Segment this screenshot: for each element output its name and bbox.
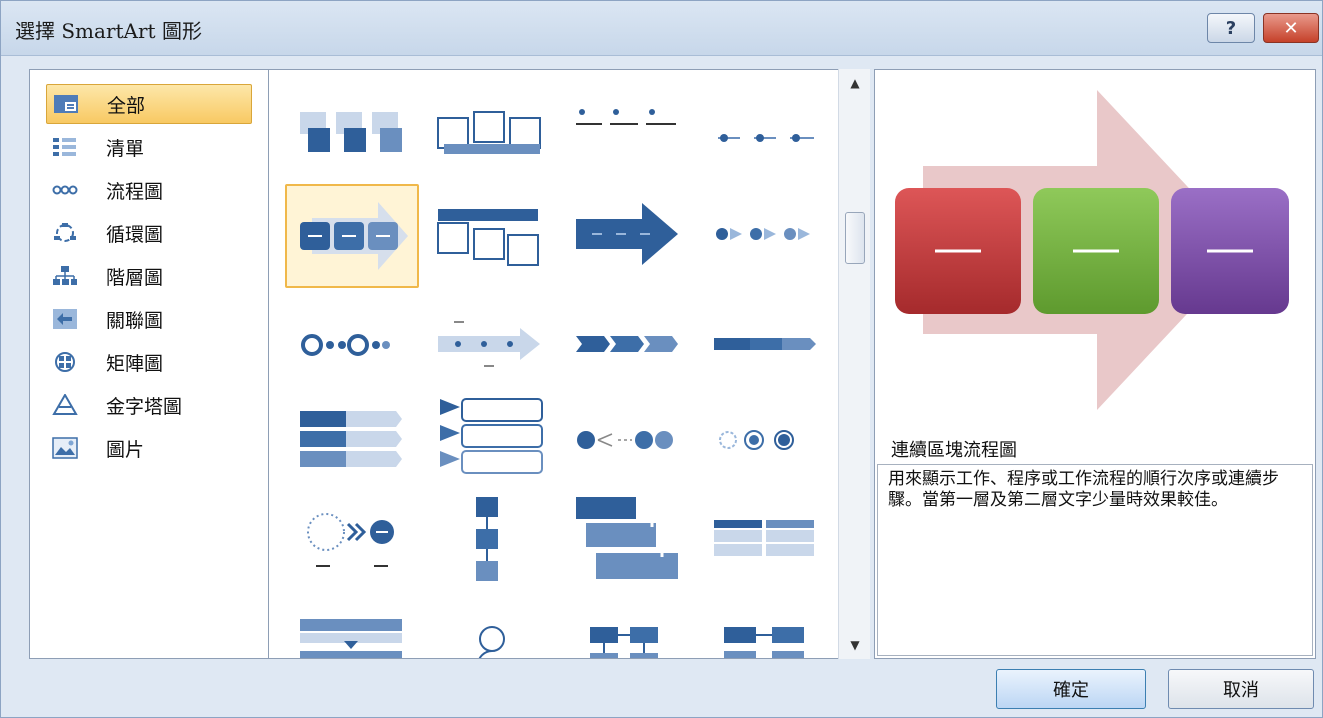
category-item-cycle[interactable]: 循環圖 bbox=[46, 213, 252, 253]
gallery-item-layout[interactable] bbox=[701, 590, 829, 658]
gallery-item-layout[interactable] bbox=[425, 490, 553, 590]
gallery-item-layout[interactable] bbox=[425, 184, 553, 284]
gallery-item-layout[interactable] bbox=[701, 84, 829, 184]
category-item-list[interactable]: 清單 bbox=[46, 127, 252, 167]
gallery-item-layout[interactable] bbox=[287, 490, 415, 590]
gallery-item-layout[interactable] bbox=[701, 184, 829, 284]
category-label: 流程圖 bbox=[106, 180, 164, 203]
gallery-item-layout[interactable] bbox=[425, 590, 553, 658]
title-bar: 選擇 SmartArt 圖形 ? ✕ bbox=[1, 1, 1322, 56]
smartart-dialog: 選擇 SmartArt 圖形 ? ✕ 全部 清單 流程圖 循環圖 階層圖 關聯圖… bbox=[0, 0, 1323, 718]
ok-button[interactable]: 確定 bbox=[996, 669, 1146, 709]
category-list: 全部 清單 流程圖 循環圖 階層圖 關聯圖 矩陣圖 金字塔圖 圖片 bbox=[29, 69, 269, 659]
picture-icon bbox=[52, 436, 78, 460]
gallery-item-layout[interactable] bbox=[563, 390, 691, 490]
all-icon bbox=[53, 92, 79, 116]
gallery-item-layout[interactable] bbox=[563, 590, 691, 658]
gallery-item-layout[interactable] bbox=[563, 184, 691, 284]
category-label: 金字塔圖 bbox=[106, 395, 183, 418]
preview-description: 用來顯示工作、程序或工作流程的順行次序或連續步驟。當第一層及第二層文字少量時效果… bbox=[877, 464, 1313, 656]
category-label: 全部 bbox=[107, 94, 146, 117]
cycle-icon bbox=[52, 221, 78, 245]
gallery-item-layout[interactable] bbox=[287, 84, 415, 184]
category-item-all[interactable]: 全部 bbox=[46, 84, 252, 124]
cancel-button[interactable]: 取消 bbox=[1168, 669, 1314, 709]
gallery-item-layout[interactable] bbox=[563, 490, 691, 590]
gallery-scrollbar[interactable]: ▲ ▼ bbox=[838, 69, 870, 659]
help-button[interactable]: ? bbox=[1207, 13, 1255, 43]
gallery-item-layout[interactable] bbox=[425, 84, 553, 184]
category-label: 圖片 bbox=[106, 438, 145, 461]
category-item-pyramid[interactable]: 金字塔圖 bbox=[46, 385, 252, 425]
gallery-item-layout[interactable] bbox=[287, 294, 415, 394]
gallery-item-layout[interactable] bbox=[701, 390, 829, 490]
close-button[interactable]: ✕ bbox=[1263, 13, 1319, 43]
gallery-item-layout[interactable] bbox=[287, 590, 415, 658]
gallery-item-layout[interactable] bbox=[701, 490, 829, 590]
list-icon bbox=[52, 135, 78, 159]
hierarchy-icon bbox=[52, 264, 78, 288]
gallery-item-layout[interactable] bbox=[287, 390, 415, 490]
category-item-process[interactable]: 流程圖 bbox=[46, 170, 252, 210]
gallery-item-layout[interactable] bbox=[425, 390, 553, 490]
gallery-item-selected-continuous-block-process[interactable] bbox=[285, 184, 419, 288]
gallery-item-layout[interactable] bbox=[425, 294, 553, 394]
category-label: 清單 bbox=[106, 137, 145, 160]
layout-gallery bbox=[269, 69, 870, 659]
category-item-relationship[interactable]: 關聯圖 bbox=[46, 299, 252, 339]
scroll-down-icon[interactable]: ▼ bbox=[839, 631, 871, 659]
category-label: 關聯圖 bbox=[106, 309, 164, 332]
scroll-up-icon[interactable]: ▲ bbox=[839, 69, 871, 97]
scroll-thumb[interactable] bbox=[845, 212, 865, 264]
preview-diagram bbox=[895, 90, 1289, 410]
dialog-title: 選擇 SmartArt 圖形 bbox=[15, 19, 202, 43]
pyramid-icon bbox=[52, 393, 78, 417]
gallery-item-layout[interactable] bbox=[701, 294, 829, 394]
category-label: 階層圖 bbox=[106, 266, 164, 289]
relationship-icon bbox=[52, 307, 78, 331]
category-label: 矩陣圖 bbox=[106, 352, 164, 375]
preview-panel: 連續區塊流程圖 用來顯示工作、程序或工作流程的順行次序或連續步驟。當第一層及第二… bbox=[874, 69, 1316, 659]
process-icon bbox=[52, 178, 78, 202]
preview-title: 連續區塊流程圖 bbox=[891, 440, 1017, 461]
matrix-icon bbox=[52, 350, 78, 374]
gallery-item-layout[interactable] bbox=[563, 70, 691, 170]
category-item-matrix[interactable]: 矩陣圖 bbox=[46, 342, 252, 382]
category-item-hierarchy[interactable]: 階層圖 bbox=[46, 256, 252, 296]
category-item-picture[interactable]: 圖片 bbox=[46, 428, 252, 468]
category-label: 循環圖 bbox=[106, 223, 164, 246]
gallery-item-layout[interactable] bbox=[563, 294, 691, 394]
